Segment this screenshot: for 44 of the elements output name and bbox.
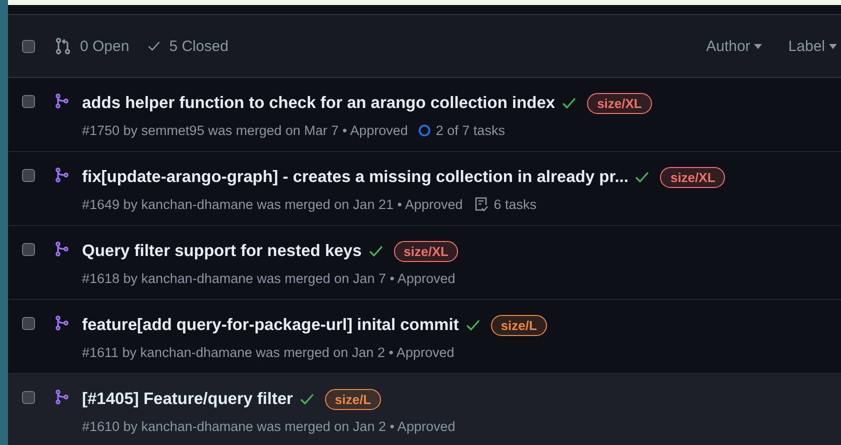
merged-icon xyxy=(54,389,70,405)
progress-ring-icon xyxy=(418,124,431,136)
merged-icon xyxy=(54,315,70,331)
merged-icon xyxy=(54,241,70,257)
task-count: 6 tasks xyxy=(494,196,537,212)
check-icon xyxy=(635,171,650,183)
closed-filter-link[interactable]: 5 Closed xyxy=(169,38,228,54)
pull-request-title[interactable]: Query filter support for nested keys xyxy=(82,242,362,260)
check-icon xyxy=(562,97,576,109)
pull-request-title[interactable]: [#1405] Feature/query filter xyxy=(82,390,293,408)
merged-icon xyxy=(54,167,70,183)
row-checkbox[interactable] xyxy=(22,95,35,108)
filter-dropdown[interactable]: Label xyxy=(788,38,837,54)
pull-request-icon xyxy=(54,37,72,55)
pull-request-meta: #1618 by kanchan-dhamane was merged on Jan 7 • Approved xyxy=(82,270,456,286)
pull-request-row[interactable]: [#1405] Feature/query filter size/L #1610 by kanchan-dhamane was merged on Jan 2 • Approved xyxy=(8,374,841,445)
row-checkbox[interactable] xyxy=(22,317,35,330)
pull-request-meta: #1750 by semmet95 was merged on Mar 7 • Approved xyxy=(82,122,408,138)
check-icon xyxy=(368,245,383,257)
merged-icon xyxy=(54,93,70,109)
pull-request-title[interactable]: fix[update-arango-graph] - creates a missing collection in already pr... xyxy=(82,168,628,186)
size-label[interactable]: size/XL xyxy=(660,166,726,188)
task-count: 2 of 7 tasks xyxy=(436,122,505,138)
row-checkbox[interactable] xyxy=(22,243,35,256)
pull-request-meta: #1611 by kanchan-dhamane was merged on Jan 2 • Approved xyxy=(82,344,454,360)
pull-request-meta: #1649 by kanchan-dhamane was merged on Jan 21 • Approved xyxy=(82,196,463,212)
open-filter-link[interactable]: 0 Open xyxy=(80,38,130,54)
size-label[interactable]: size/XL xyxy=(587,92,652,114)
pull-request-meta: #1610 by kanchan-dhamane was merged on Jan 2 • Approved xyxy=(82,418,456,434)
check-icon xyxy=(300,393,314,405)
caret-icon xyxy=(829,44,837,48)
size-label[interactable]: size/L xyxy=(324,388,382,410)
row-checkbox[interactable] xyxy=(22,169,35,182)
size-label[interactable]: size/L xyxy=(490,314,547,336)
check-icon xyxy=(466,319,480,331)
row-checkbox[interactable] xyxy=(22,391,35,404)
checklist-icon xyxy=(472,196,489,212)
pull-request-title[interactable]: feature[add query-for-package-url] inital commit xyxy=(82,316,459,334)
filter-dropdown[interactable]: Author xyxy=(706,38,762,54)
pull-request-title[interactable]: adds helper function to check for an arango collection index xyxy=(82,94,556,112)
caret-icon xyxy=(754,44,762,48)
check-icon xyxy=(147,39,162,53)
size-label[interactable]: size/XL xyxy=(394,240,458,262)
select-all-checkbox[interactable] xyxy=(22,40,35,52)
